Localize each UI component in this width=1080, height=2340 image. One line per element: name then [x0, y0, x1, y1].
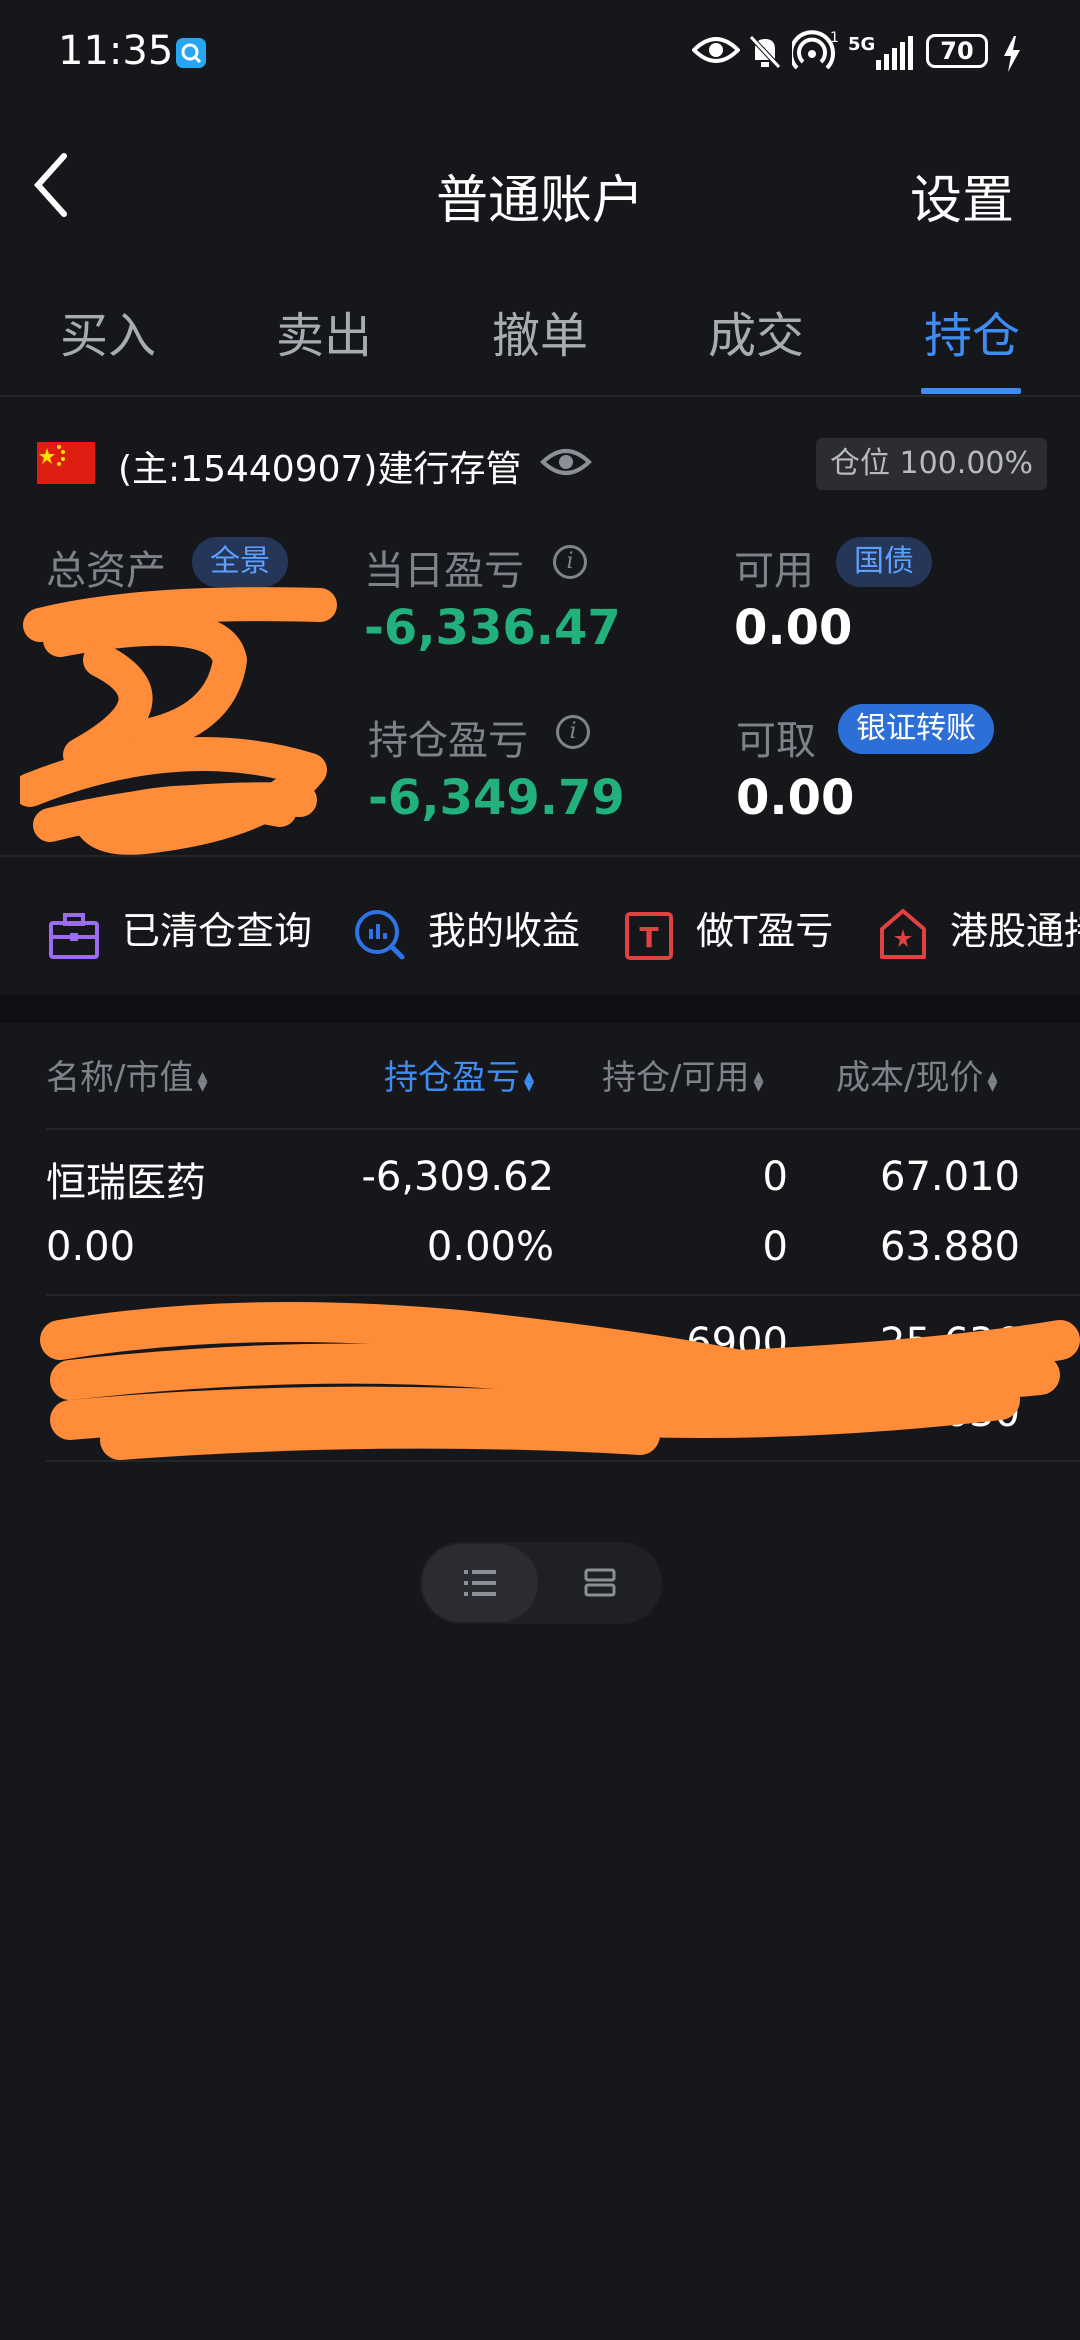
position-qty: 0 — [762, 1154, 788, 1200]
account-name[interactable]: (主:15440907)建行存管 — [118, 440, 521, 492]
sort-icon: ▴ ▾ — [987, 1062, 998, 1097]
position-pnl-value: -6,349.79 — [368, 770, 625, 826]
section-separator — [0, 995, 1080, 1023]
column-header-label: 成本/现价 — [836, 1058, 984, 1098]
column-header-cost[interactable]: 成本/现价 ▴ ▾ — [836, 1050, 998, 1099]
hk-connect-link[interactable]: 港股通持 — [950, 900, 1080, 955]
hk-house-icon — [880, 909, 926, 959]
card-view-button[interactable] — [540, 1544, 660, 1622]
column-header-position[interactable]: 持仓/可用 ▴ ▾ — [602, 1050, 764, 1099]
table-row[interactable]: 恒瑞医药 0.00 -6,309.62 0.00% 0 0 67.010 63.… — [0, 1130, 1080, 1294]
current-price: 63.880 — [880, 1224, 1020, 1270]
app-notification-icon — [176, 38, 206, 68]
bank-transfer-button[interactable]: 银证转账 — [838, 704, 994, 754]
stock-name: 恒瑞医药 — [46, 1160, 206, 1206]
withdrawable-label: 可取 — [736, 718, 816, 764]
column-header-label: 持仓盈亏 — [384, 1058, 520, 1098]
tab-holdings[interactable]: 持仓 — [924, 296, 1020, 366]
available-label: 可用 — [734, 548, 814, 594]
info-icon[interactable]: i — [556, 715, 590, 749]
svg-text:1: 1 — [830, 30, 838, 46]
bell-muted-icon — [749, 35, 781, 69]
daily-pnl-label: 当日盈亏 — [364, 548, 524, 594]
toggle-visibility-icon[interactable] — [540, 444, 592, 480]
column-header-label: 名称/市值 — [46, 1058, 194, 1098]
tab-cancel[interactable]: 撤单 — [492, 296, 588, 366]
pnl-percent: 0.00% — [426, 1224, 554, 1270]
position-pnl: -6,309.62 — [361, 1154, 554, 1200]
redaction-scribble — [40, 1302, 1080, 1460]
chart-search-icon — [355, 910, 405, 960]
divider — [46, 1460, 1080, 1462]
day-trade-pnl-link[interactable]: 做T盈亏 — [696, 900, 833, 955]
china-flag-icon — [37, 442, 95, 484]
column-header-name[interactable]: 名称/市值 ▴ ▾ — [46, 1050, 208, 1099]
list-icon — [464, 1570, 496, 1596]
divider — [0, 855, 1080, 857]
withdrawable-value: 0.00 — [736, 770, 855, 826]
tab-buy[interactable]: 买入 — [60, 296, 156, 366]
my-earnings-link[interactable]: 我的收益 — [428, 900, 580, 955]
hotspot-icon: 1 — [792, 30, 838, 70]
settings-button[interactable]: 设置 — [910, 158, 1014, 233]
position-ratio-badge: 仓位 100.00% — [816, 438, 1048, 490]
status-time: 11:35 — [58, 28, 174, 74]
svg-text:T: T — [639, 921, 658, 954]
sort-icon: ▴ ▾ — [753, 1062, 764, 1097]
battery-icon: 70 — [926, 34, 988, 68]
market-value: 0.00 — [46, 1224, 136, 1270]
info-icon[interactable]: i — [553, 545, 587, 579]
eye-icon — [692, 37, 740, 63]
network-type: 5G — [848, 34, 876, 55]
available-value: 0.00 — [734, 600, 853, 656]
tab-sell[interactable]: 卖出 — [276, 296, 372, 366]
t-box-icon: T — [625, 912, 673, 960]
daily-pnl-value: -6,336.47 — [364, 600, 621, 656]
active-tab-indicator — [921, 388, 1021, 394]
briefcase-icon — [49, 913, 99, 959]
cost-price: 67.010 — [880, 1154, 1020, 1200]
column-header-label: 持仓/可用 — [602, 1058, 750, 1098]
tab-deals[interactable]: 成交 — [708, 296, 804, 366]
list-view-button[interactable] — [422, 1544, 538, 1622]
available-qty: 0 — [762, 1224, 788, 1270]
cleared-positions-link[interactable]: 已清仓查询 — [122, 900, 312, 955]
position-pnl-label: 持仓盈亏 — [368, 718, 528, 764]
card-view-icon — [584, 1568, 616, 1597]
redaction-scribble — [20, 587, 337, 855]
divider — [0, 395, 1080, 397]
column-header-pnl[interactable]: 持仓盈亏 ▴ ▾ — [384, 1050, 534, 1099]
sort-icon: ▴ ▾ — [524, 1062, 535, 1097]
signal-icon — [876, 36, 913, 70]
sort-icon: ▴ ▾ — [197, 1062, 208, 1097]
status-bar: 11:35 1 5G 70 — [0, 0, 1080, 100]
charging-icon — [1004, 36, 1020, 72]
treasury-chip[interactable]: 国债 — [836, 537, 932, 587]
